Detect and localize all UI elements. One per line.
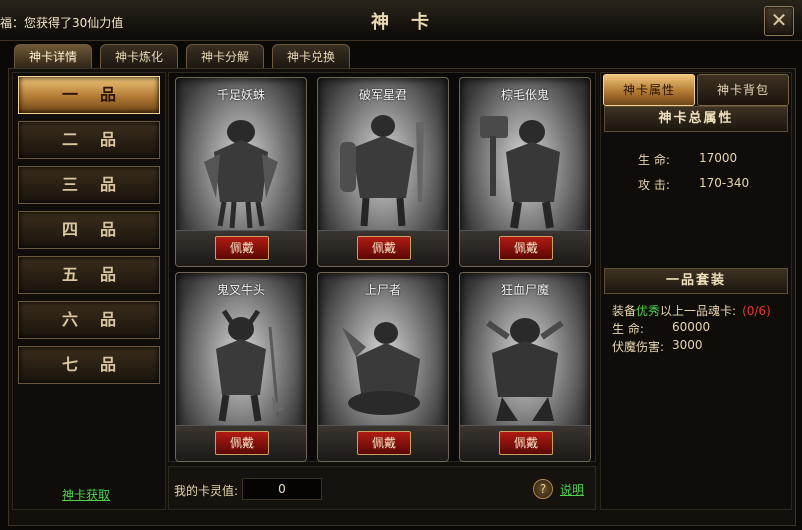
total-attr-label: 生 命:: [638, 153, 670, 167]
equip-button[interactable]: 佩戴: [215, 236, 269, 260]
card-item[interactable]: 棕毛伥鬼 佩戴: [459, 77, 591, 267]
set-requirement: 装备优秀以上一品魂卡: (0/6): [612, 304, 771, 318]
set-attr-label: 生 命:: [612, 322, 644, 336]
system-notice: 福：您获得了30仙力值: [0, 16, 124, 30]
help-icon[interactable]: ?: [533, 479, 553, 499]
window-title: 神卡: [371, 12, 451, 33]
card-name: 狂血尸魔: [500, 283, 549, 297]
equip-button[interactable]: 佩戴: [357, 431, 411, 455]
set-attr-value: 3000: [672, 338, 703, 352]
grade-button-4[interactable]: 四品: [18, 211, 160, 249]
monster-portrait-icon: [486, 318, 564, 421]
grade-button-3[interactable]: 三品: [18, 166, 160, 204]
equip-button[interactable]: 佩戴: [499, 236, 553, 260]
card-item[interactable]: 破军星君 佩戴: [317, 77, 449, 267]
monster-portrait-icon: [480, 116, 560, 229]
tab-card-backpack[interactable]: 神卡背包: [697, 74, 789, 106]
total-attr-label: 攻 击:: [638, 178, 670, 192]
equip-button[interactable]: 佩戴: [499, 431, 553, 455]
grade-button-1[interactable]: 一品: [18, 76, 160, 114]
equip-button[interactable]: 佩戴: [357, 236, 411, 260]
card-item[interactable]: 狂血尸魔 佩戴: [459, 272, 591, 462]
monster-portrait-icon: [342, 322, 420, 415]
close-icon: ✕: [770, 8, 788, 32]
monster-portrait-icon: [216, 309, 284, 422]
tab-card-decompose[interactable]: 神卡分解: [186, 44, 264, 69]
close-button[interactable]: ✕: [764, 6, 794, 36]
monster-portrait-icon: [204, 120, 278, 229]
card-name: 上尸者: [364, 283, 401, 297]
tab-card-exchange[interactable]: 神卡兑换: [272, 44, 350, 69]
card-name: 鬼叉牛头: [216, 283, 265, 297]
spirit-value: 0: [242, 478, 322, 500]
grade-button-7[interactable]: 七品: [18, 346, 160, 384]
tab-card-attributes[interactable]: 神卡属性: [603, 74, 695, 106]
grade-button-5[interactable]: 五品: [18, 256, 160, 294]
set-attr-label: 伏魔伤害:: [612, 340, 665, 354]
total-attr-value: 170-340: [699, 176, 750, 190]
card-item[interactable]: 千足妖蛛 佩戴: [175, 77, 307, 267]
total-attr-value: 17000: [699, 151, 738, 165]
explain-link[interactable]: 说明: [560, 481, 584, 498]
spirit-label: 我的卡灵值:: [174, 484, 239, 498]
equip-button[interactable]: 佩戴: [215, 431, 269, 455]
card-item[interactable]: 上尸者 佩戴: [317, 272, 449, 462]
grade-button-2[interactable]: 二品: [18, 121, 160, 159]
card-name: 千足妖蛛: [216, 88, 265, 102]
grade-button-6[interactable]: 六品: [18, 301, 160, 339]
monster-portrait-icon: [340, 115, 424, 227]
card-item[interactable]: 鬼叉牛头 佩戴: [175, 272, 307, 462]
card-name: 破军星君: [358, 88, 407, 102]
card-obtain-link[interactable]: 神卡获取: [62, 486, 110, 503]
set-heading: 一品套装: [604, 268, 788, 294]
tab-card-details[interactable]: 神卡详情: [14, 44, 92, 69]
set-quality: 优秀: [636, 304, 661, 318]
card-name: 棕毛伥鬼: [500, 88, 549, 102]
total-attr-heading: 神卡总属性: [604, 106, 788, 132]
set-count: (0/6): [742, 304, 771, 318]
set-attr-value: 60000: [672, 320, 711, 334]
tab-card-refine[interactable]: 神卡炼化: [100, 44, 178, 69]
